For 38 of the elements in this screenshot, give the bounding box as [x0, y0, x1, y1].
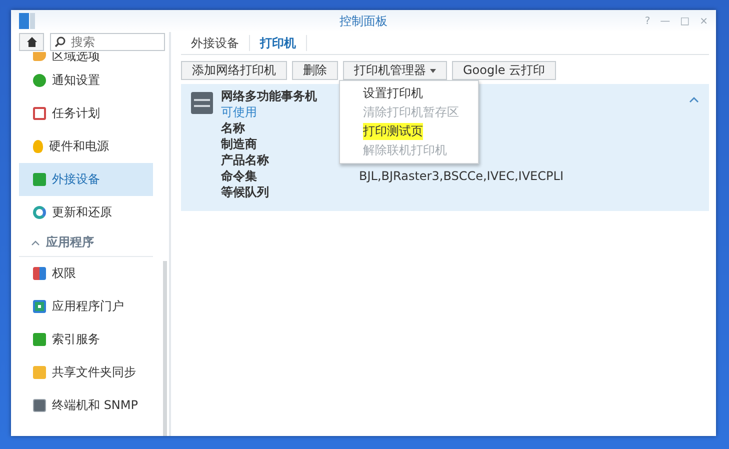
sidebar-item[interactable]: 终端机和 SNMP [19, 389, 153, 422]
field-value: BJL,BJRaster3,BSCCe,IVEC,IVECPLI [359, 168, 564, 184]
printer-name: 网络多功能事务机 [221, 88, 317, 104]
sidebar-item[interactable]: 权限 [19, 257, 153, 290]
tab[interactable]: 外接设备 [181, 35, 250, 51]
app-icon [19, 13, 35, 29]
sidebar-item[interactable]: 索引服务 [19, 323, 153, 356]
scrollbar[interactable] [163, 261, 167, 436]
sidebar-item[interactable]: 硬件和电源 [19, 130, 153, 163]
search-field[interactable]: 搜索 [50, 33, 165, 51]
sidebar-item[interactable]: 应用程序门户 [19, 290, 153, 323]
toolbar-button[interactable]: 添加网络打印机 [181, 61, 287, 80]
menu-item[interactable]: 设置打印机 [363, 85, 423, 102]
tab[interactable]: 打印机 [250, 35, 307, 51]
home-button[interactable] [19, 33, 44, 51]
printer-icon [191, 90, 213, 114]
caret-icon [430, 68, 436, 72]
search-icon [54, 36, 66, 48]
collapse-icon[interactable] [689, 96, 699, 103]
sidebar-item[interactable]: 共享文件夹同步 [19, 356, 153, 389]
toolbar-button[interactable]: Google 云打印 [452, 61, 556, 80]
field-label: 名称 [221, 120, 246, 136]
printer-status: 可使用 [221, 104, 257, 120]
field-label: 产品名称 [221, 152, 270, 168]
field-label: 制造商 [221, 136, 258, 152]
sidebar-item[interactable]: 任务计划 [19, 97, 153, 130]
sidebar-item[interactable]: 通知设置 [19, 64, 153, 97]
sidebar-item[interactable]: 更新和还原 [19, 196, 153, 229]
toolbar-button[interactable]: 打印机管理器 [343, 61, 447, 80]
field-label: 命令集 [221, 168, 258, 184]
section-header[interactable]: 应用程序 [19, 229, 153, 257]
menu-item[interactable]: 打印测试页 [363, 123, 423, 140]
home-icon [26, 36, 38, 48]
sidebar-item[interactable]: 外接设备 [19, 163, 153, 196]
field-label: 等候队列 [221, 184, 270, 200]
chevron-icon [31, 240, 40, 246]
toolbar-button[interactable]: 删除 [292, 61, 338, 80]
window-title: 控制面板 [340, 12, 388, 30]
